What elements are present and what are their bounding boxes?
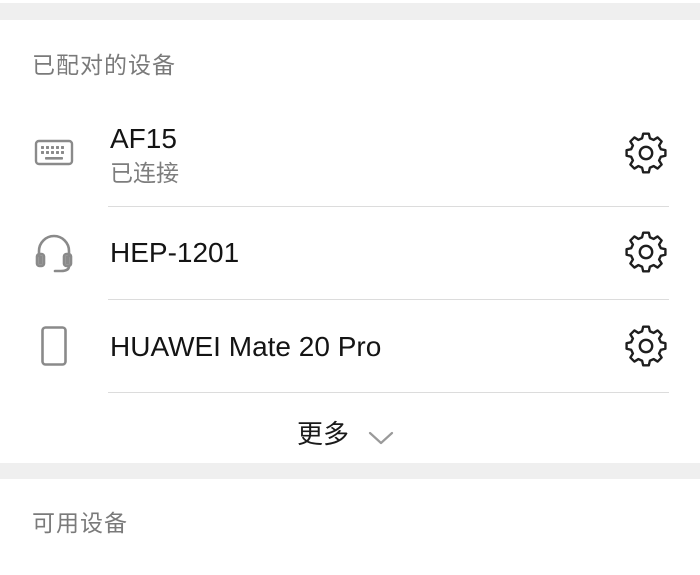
available-devices-card: 可用设备 xyxy=(0,479,700,575)
headset-icon xyxy=(35,234,73,273)
device-row-af15[interactable]: AF15 已连接 xyxy=(0,110,700,206)
keyboard-icon xyxy=(34,139,74,166)
device-row-hep-1201[interactable]: HEP-1201 xyxy=(0,207,700,299)
device-status: 已连接 xyxy=(110,161,179,187)
more-button[interactable]: 更多 xyxy=(292,410,408,460)
more-label: 更多 xyxy=(297,420,350,450)
paired-devices-card: 已配对的设备 AF15 已连接 HEP-1201 HUAWEI Mate 20 … xyxy=(0,20,700,463)
gear-icon[interactable] xyxy=(625,231,667,273)
gear-icon[interactable] xyxy=(625,132,667,174)
phone-icon xyxy=(41,326,67,366)
gear-icon[interactable] xyxy=(625,325,667,367)
device-name: AF15 xyxy=(110,123,177,154)
available-devices-title: 可用设备 xyxy=(32,511,128,537)
device-name: HEP-1201 xyxy=(110,237,240,268)
paired-devices-title: 已配对的设备 xyxy=(32,53,176,79)
section-gap xyxy=(0,3,700,20)
device-name: HUAWEI Mate 20 Pro xyxy=(110,331,382,362)
row-divider xyxy=(108,392,669,393)
chevron-down-icon xyxy=(368,431,394,445)
device-row-huawei-mate-20-pro[interactable]: HUAWEI Mate 20 Pro xyxy=(0,300,700,392)
